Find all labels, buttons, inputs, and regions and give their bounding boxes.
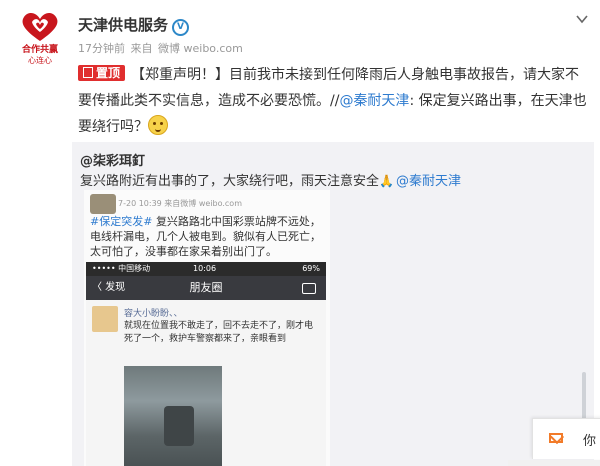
post-meta: 17分钟前 来自 微博 weibo.com (78, 40, 245, 56)
moment-photo (124, 366, 222, 466)
pin-icon (83, 67, 93, 78)
repost-text-row: 复兴路附近有出事的了，大家绕行吧，雨天注意安全🙏 @秦耐天津 (80, 170, 461, 189)
heart-logo-icon (22, 13, 58, 41)
phone-nav-bar: 朋友圈 〈 发现 (86, 276, 326, 300)
footer-strip (508, 460, 600, 466)
praying-hands-icon: 🙏 (379, 174, 394, 188)
pinned-badge: 置顶 (78, 65, 126, 81)
mention-link[interactable]: @秦耐天津 (339, 93, 409, 109)
moment-user: 容大小盼盼、、 (124, 309, 183, 319)
moment-avatar (92, 306, 118, 332)
post-time[interactable]: 17分钟前 (78, 42, 125, 55)
post-source[interactable]: 微博 weibo.com (158, 42, 243, 55)
repost-text: 复兴路附近有出事的了，大家绕行吧，雨天注意安全 (80, 174, 380, 189)
mail-icon (549, 433, 563, 443)
carrier: ••••• 中国移动 (92, 264, 151, 273)
camera-icon (302, 283, 316, 294)
embedded-date: 7-20 10:39 来自微博 weibo.com (118, 199, 242, 208)
phone-screenshot: ••••• 中国移动 10:06 69% 朋友圈 〈 发现 容大小盼盼、、 就现… (86, 262, 326, 466)
confused-face-emoji-icon (148, 115, 168, 135)
pinned-label: 置顶 (96, 66, 121, 80)
verified-badge-icon: V (172, 19, 190, 36)
embedded-text: #保定突发# 复兴路路北中国彩票站牌不远处，电线杆漏电，几个人被电到。貌似有人已… (90, 214, 326, 259)
repost-mention-link[interactable]: @秦耐天津 (396, 174, 461, 189)
author-name-row: 天津供电服务 V (78, 14, 190, 36)
embedded-avatar (90, 194, 116, 214)
embedded-tag: #保定突发# (90, 215, 153, 228)
source-prefix: 来自 (130, 42, 153, 55)
repost-user[interactable]: @柒彩珥釘 (80, 150, 145, 169)
battery: 69% (302, 264, 320, 273)
logo-text: 合作共赢 (21, 45, 58, 55)
chat-label: 你 (583, 434, 597, 449)
phone-status-bar: ••••• 中国移动 10:06 69% (86, 262, 326, 276)
back-label: 〈 发现 (92, 282, 126, 293)
author-avatar[interactable]: 合作共赢 心连心 (14, 8, 66, 65)
chevron-down-icon[interactable] (576, 14, 588, 24)
moment-text: 就现在位置我不敢走了，回不去走不了，刚才电死了一个，救护车警察都来了，亲眼看到 (124, 321, 314, 344)
logo-subtext: 心连心 (28, 56, 52, 65)
phone-time: 10:06 (193, 264, 217, 273)
post-content: 置顶 【郑重声明！】目前我市未接到任何降雨后人身触电事故报告，请大家不要传播此类不… (78, 62, 588, 140)
author-name[interactable]: 天津供电服务 (78, 16, 168, 34)
chat-popup-button[interactable]: 你 (532, 418, 600, 459)
scrollbar-thumb[interactable] (582, 372, 586, 420)
